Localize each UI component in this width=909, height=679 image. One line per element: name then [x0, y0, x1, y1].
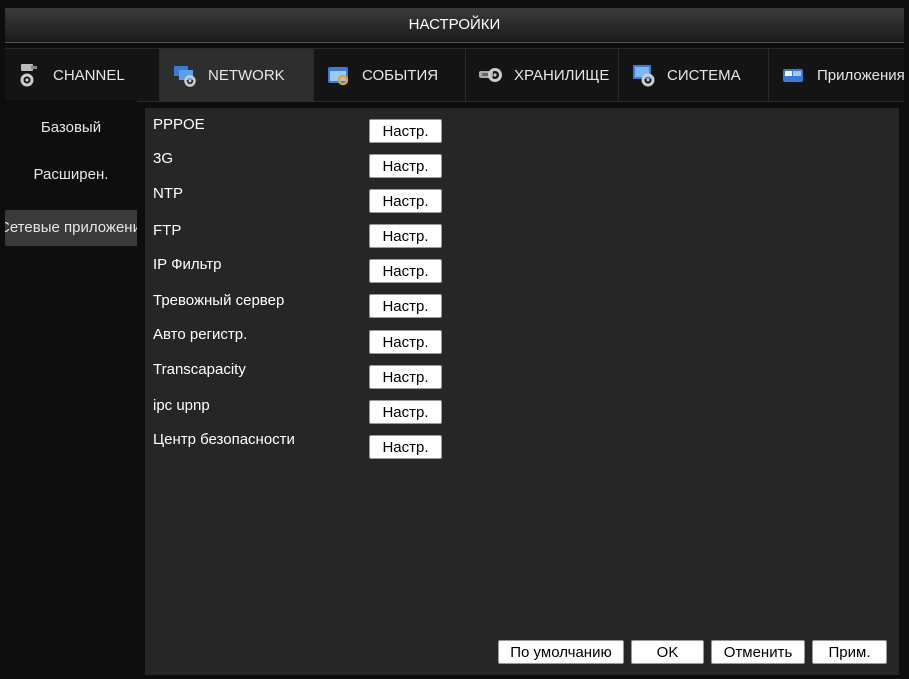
tab-bar: CHANNEL NETWORK СОБЫТИЯ ХРАНИЛИЩЕ СИСТЕМ… [5, 48, 904, 102]
row-label-pppoe: PPPOE [153, 116, 205, 133]
tab-channel[interactable]: CHANNEL [5, 49, 160, 101]
tab-label: ХРАНИЛИЩЕ [514, 66, 610, 84]
cancel-button[interactable]: Отменить [711, 640, 805, 664]
sidebar-item-label: Сетевые приложения [5, 219, 137, 236]
tab-network[interactable]: NETWORK [160, 49, 314, 101]
network-gear-icon [174, 66, 196, 87]
alarm-server-settings-button[interactable]: Настр. [369, 294, 442, 318]
ip-filter-settings-button[interactable]: Настр. [369, 259, 442, 283]
row-label-ftp: FTP [153, 222, 182, 239]
sidebar: Базовый Расширен. Сетевые приложения [5, 100, 137, 675]
security-center-settings-button[interactable]: Настр. [369, 435, 442, 459]
ok-button[interactable]: OK [631, 640, 704, 664]
window-title: НАСТРОЙКИ [5, 8, 904, 43]
system-gear-icon [633, 65, 655, 87]
events-icon [328, 67, 349, 86]
settings-window: НАСТРОЙКИ CHANNEL NETWORK СОБЫТИЯ ХРАНИЛ… [0, 0, 909, 679]
tab-label: Приложения [817, 66, 904, 84]
apps-icon [783, 69, 803, 82]
row-label-ntp: NTP [153, 185, 183, 202]
row-label-auto-register: Авто регистр. [153, 326, 248, 343]
pppoe-settings-button[interactable]: Настр. [369, 119, 442, 143]
tab-label: NETWORK [208, 66, 285, 84]
ftp-settings-button[interactable]: Настр. [369, 224, 442, 248]
default-button[interactable]: По умолчанию [498, 640, 624, 664]
storage-icon [479, 68, 502, 82]
row-label-alarm-server: Тревожный сервер [153, 292, 285, 309]
sidebar-item-label: Расширен. [33, 166, 109, 183]
tab-label: СОБЫТИЯ [362, 66, 439, 84]
tab-label: СИСТЕМА [667, 66, 741, 84]
ipc-upnp-settings-button[interactable]: Настр. [369, 400, 442, 424]
tab-system[interactable]: СИСТЕМА [619, 49, 769, 101]
apply-button[interactable]: Прим. [812, 640, 887, 664]
sidebar-item-network-apps[interactable]: Сетевые приложения [5, 210, 137, 246]
tab-storage[interactable]: ХРАНИЛИЩЕ [466, 49, 619, 101]
auto-register-settings-button[interactable]: Настр. [369, 330, 442, 354]
sidebar-item-advanced[interactable]: Расширен. [5, 157, 137, 193]
3g-settings-button[interactable]: Настр. [369, 154, 442, 178]
tab-events[interactable]: СОБЫТИЯ [314, 49, 466, 101]
sidebar-item-basic[interactable]: Базовый [5, 110, 137, 146]
row-label-security-center: Центр безопасности [153, 431, 295, 448]
camera-gear-icon [20, 64, 37, 87]
row-label-transcapacity: Transcapacity [153, 361, 246, 378]
transcapacity-settings-button[interactable]: Настр. [369, 365, 442, 389]
row-label-ipc-upnp: ipc upnp [153, 397, 210, 414]
sidebar-item-label: Базовый [40, 119, 102, 136]
tab-apps[interactable]: Приложения [769, 49, 904, 101]
ntp-settings-button[interactable]: Настр. [369, 189, 442, 213]
settings-panel: PPPOE Настр. 3G Настр. NTP Настр. FTP На… [145, 108, 899, 675]
row-label-3g: 3G [153, 150, 174, 167]
row-label-ip-filter: IP Фильтр [153, 256, 222, 273]
tab-label: CHANNEL [53, 66, 125, 84]
